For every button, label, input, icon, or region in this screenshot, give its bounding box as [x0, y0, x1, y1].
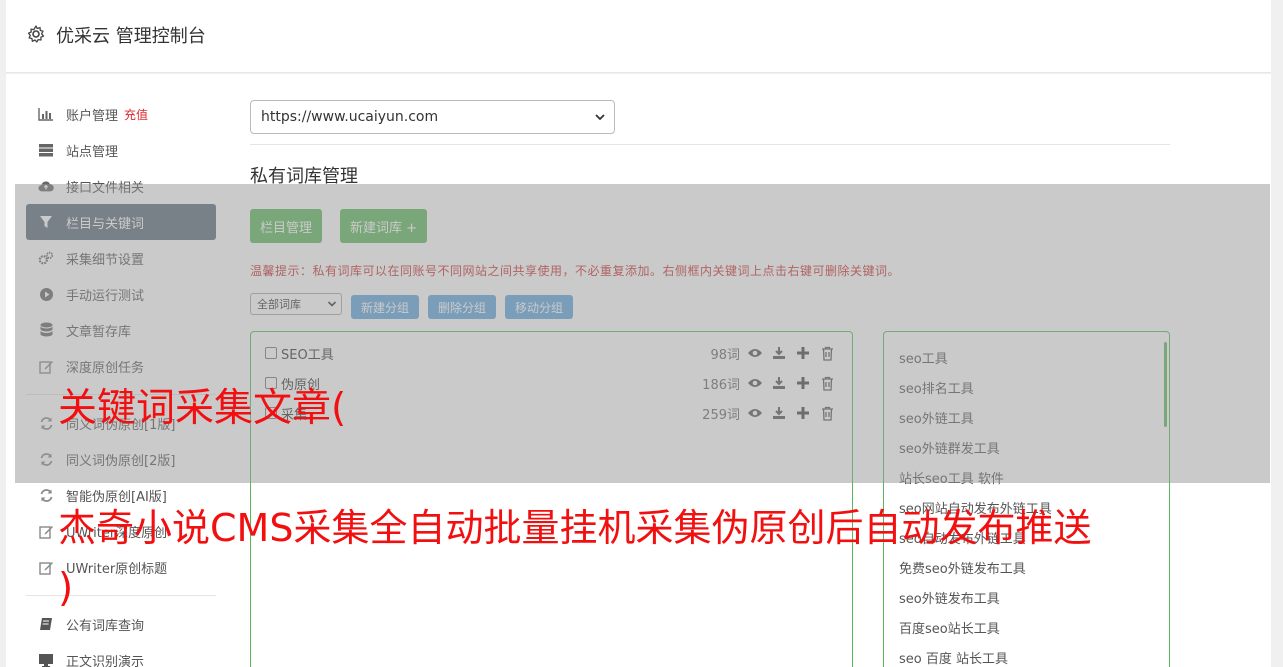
divider — [250, 144, 1170, 145]
site-select-value: https://www.ucaiyun.com — [261, 109, 439, 125]
sidebar-item-label: 公有词库查询 — [66, 618, 145, 634]
sidebar-item-label: 账户管理 — [66, 108, 119, 124]
gray-overlay-band — [15, 184, 1270, 483]
keyword-item[interactable]: seo外链发布工具 — [899, 588, 1000, 607]
sidebar-item-public-lexicon[interactable]: 公有词库查询 — [26, 606, 216, 642]
refresh-icon — [38, 487, 54, 503]
overlay-caption-line1: 关键词采集文章( — [58, 386, 347, 431]
sidebar-item-sites[interactable]: 站点管理 — [26, 132, 216, 168]
server-icon — [38, 142, 54, 158]
chevron-down-icon — [595, 114, 605, 121]
sidebar-item-label: UWriter原创标题 — [66, 561, 168, 577]
monitor-icon — [38, 652, 54, 667]
sidebar-item-text-recognition[interactable]: 正文识别演示 — [26, 642, 216, 667]
keyword-item[interactable]: 百度seo站长工具 — [899, 618, 1000, 637]
gear-icon — [27, 25, 45, 43]
keyword-item[interactable]: 免费seo外链发布工具 — [899, 558, 1026, 577]
sidebar-item-label: 智能伪原创[AI版] — [66, 489, 167, 505]
book-icon — [38, 616, 54, 632]
bar-chart-icon — [38, 106, 54, 122]
edit-icon — [38, 559, 54, 575]
app-title: 优采云 管理控制台 — [56, 26, 206, 47]
overlay-caption-line2: 杰奇小说CMS采集全自动批量挂机采集伪原创后自动发布推送 — [58, 506, 1092, 550]
site-select[interactable]: https://www.ucaiyun.com — [250, 100, 615, 134]
sidebar-divider — [26, 595, 216, 596]
recharge-link[interactable]: 充值 — [124, 106, 148, 123]
main-content: https://www.ucaiyun.com 私有词库管理 栏目管理 新建词库… — [250, 100, 1170, 667]
sidebar-item-uwriter-title[interactable]: UWriter原创标题 — [26, 549, 216, 585]
sidebar-item-account[interactable]: 账户管理 充值 — [26, 96, 216, 132]
edit-icon — [38, 523, 54, 539]
overlay-caption-line3: ) — [58, 566, 74, 611]
sidebar-item-label: 站点管理 — [66, 144, 119, 160]
sidebar-item-label: 正文识别演示 — [66, 654, 145, 667]
top-bar: 优采云 管理控制台 — [6, 0, 1271, 73]
keyword-item[interactable]: seo 百度 站长工具 — [899, 648, 1008, 667]
